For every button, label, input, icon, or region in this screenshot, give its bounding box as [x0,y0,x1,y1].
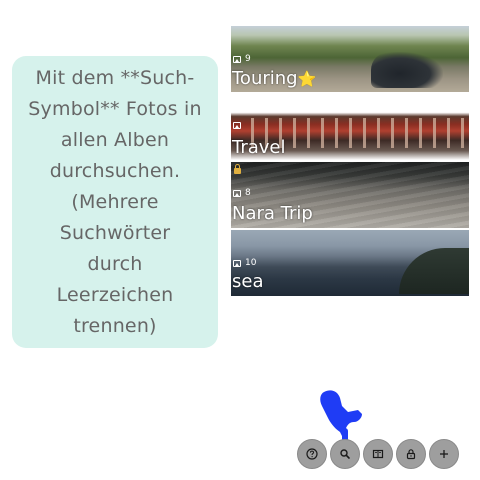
bottom-toolbar [297,439,459,469]
help-button[interactable] [297,439,327,469]
pointing-hand-cursor-icon [320,390,362,442]
photo-count-icon [233,55,241,63]
album-card-travel[interactable]: Travel [231,94,469,160]
album-photo-count: 10 [245,258,257,268]
album-count-row: 10 [233,258,256,268]
album-title: Travel [232,137,286,158]
album-card-touring[interactable]: 9 Touring⭐ [231,26,469,92]
app-screen: Mit dem **Such- Symbol** Fotos in allen … [0,0,480,480]
album-count-row: 8 [233,188,251,198]
album-icon [372,449,384,459]
search-hint-text: Mit dem **Such- Symbol** Fotos in allen … [28,66,202,337]
favorite-star-icon: ⭐ [297,70,317,88]
lock-button[interactable] [396,439,426,469]
album-card-sea[interactable]: 10 sea [231,230,469,296]
motorcycle-shape [371,52,443,88]
add-button[interactable] [429,439,459,469]
search-button[interactable] [330,439,360,469]
coast-hill-shape [399,248,469,294]
album-list: 9 Touring⭐ Travel 8 Nara Trip 10 sea [231,26,469,298]
album-photo-count: 9 [245,54,251,64]
album-lock-icon [234,164,241,174]
photo-count-icon [233,259,241,267]
album-title: sea [232,271,264,292]
photo-count-icon [233,189,241,197]
album-title: Nara Trip [232,203,313,224]
lock-icon [406,449,416,460]
search-icon [340,449,350,459]
help-icon [306,448,318,460]
album-photo-count: 8 [245,188,251,198]
album-card-nara-trip[interactable]: 8 Nara Trip [231,162,469,228]
plus-icon [440,450,448,458]
album-title: Touring⭐ [232,69,316,89]
album-view-button[interactable] [363,439,393,469]
album-count-row: 9 [233,54,251,64]
album-count-row [233,122,245,129]
search-hint-bubble: Mit dem **Such- Symbol** Fotos in allen … [12,56,218,348]
photo-count-icon [233,122,241,129]
album-title-text: Touring [232,68,298,89]
album-cover-image [231,230,469,296]
